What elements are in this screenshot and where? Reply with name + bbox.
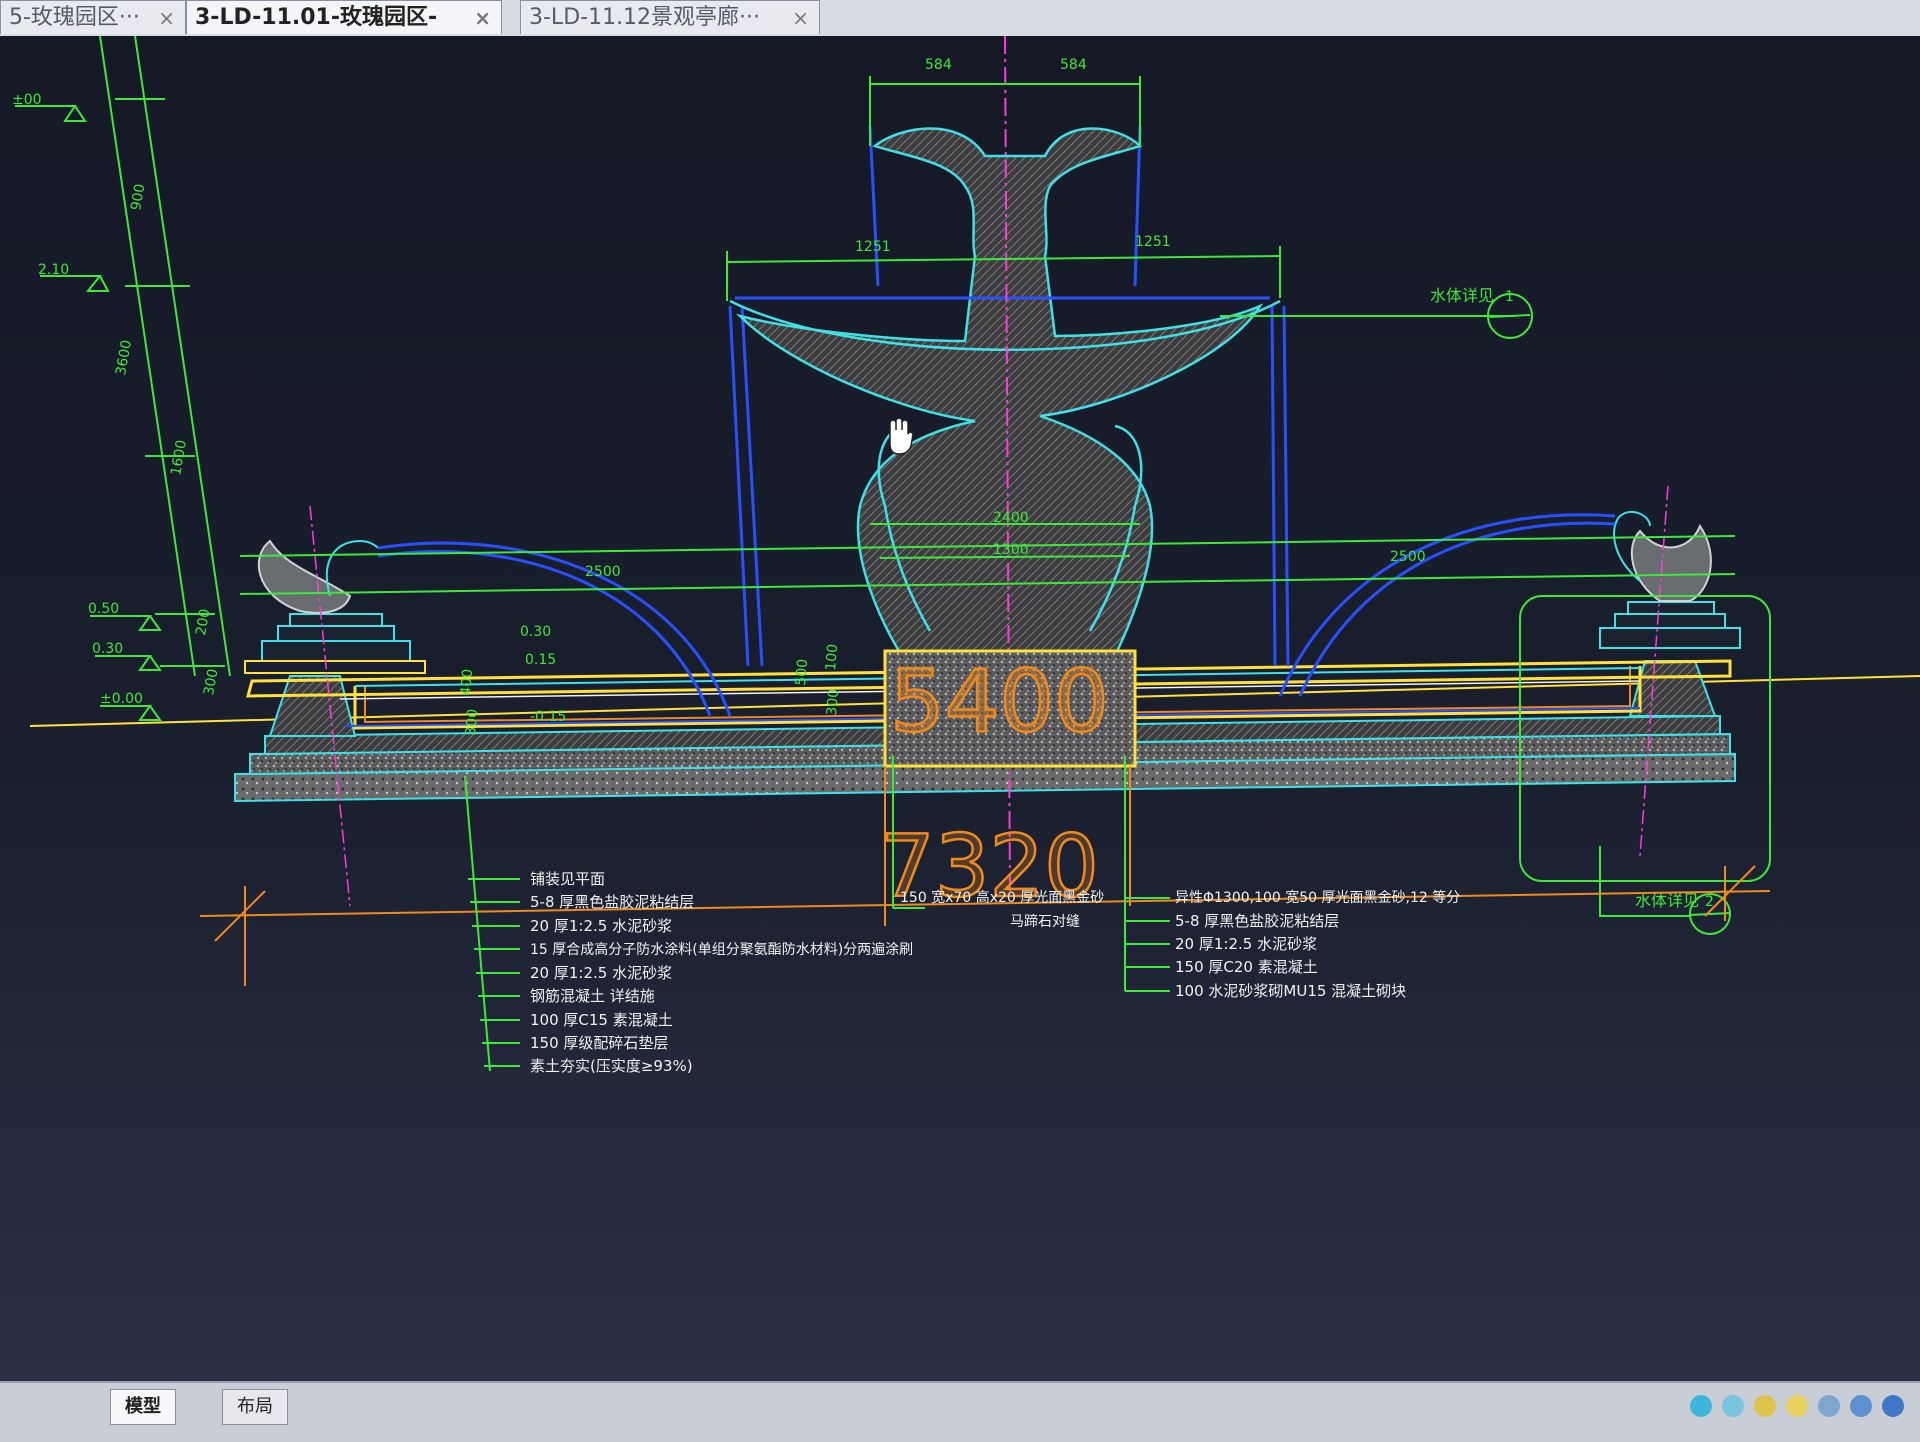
close-icon[interactable]: × [158,1,175,34]
detail-callout-number: 1 [1505,289,1514,305]
elevation-label: 0.50 [88,601,119,617]
close-icon[interactable]: × [474,1,491,34]
tray-icon-7[interactable] [1882,1395,1904,1417]
dimension-label: 2500 [585,564,621,580]
construction-note: 钢筋混凝土 详结施 [530,987,655,1005]
dimension-label: 2400 [993,510,1029,526]
elevation-label: 0.30 [92,641,123,657]
dimension-label: 500 [793,658,811,686]
dimension-label: 400 [458,668,476,696]
pool-level: 0.15 [525,652,556,668]
dimension-label: 1251 [1135,234,1171,250]
drawing-canvas[interactable]: ±00 2.10 0.50 0.30 ±0.00 900 3600 1600 2… [0,36,1920,1381]
fountain-elevation-drawing: ±00 2.10 0.50 0.30 ±0.00 900 3600 1600 2… [12,36,1920,1075]
tab-pavilion-ld-11-12[interactable]: 3-LD-11.12景观亭廊··· × [520,0,820,34]
dimension-label: 300 [463,708,481,736]
construction-note: 5-8 厚黑色盐胶泥粘结层 [1175,912,1339,930]
close-icon[interactable]: × [792,1,809,34]
tray-icon-3[interactable] [1754,1395,1776,1417]
construction-note: 20 厚1:2.5 水泥砂浆 [1175,935,1317,953]
hand-cursor-icon [889,417,914,455]
dimension-label: 300 [201,668,221,697]
tab-model[interactable]: 模型 [110,1389,176,1425]
elevation-label: 2.10 [38,262,69,278]
tab-label: 3-LD-11.01-玫瑰园区- [195,5,438,30]
dimension-label: 1600 [168,439,190,477]
construction-note: 150 宽x70 高x20 厚光面黑金砂 [900,889,1104,906]
dimension-label: 900 [128,183,148,212]
dimension-label: 1251 [855,239,891,255]
construction-note: 150 厚级配碎石垫层 [530,1034,668,1052]
pool-level: -0.15 [530,709,566,725]
dimension-label: 584 [1060,57,1087,73]
dimension-label: 200 [193,608,213,637]
construction-note: 15 厚合成高分子防水涂料(单组分聚氨酯防水材料)分两遍涂刷 [530,941,913,958]
elevation-label: ±0.00 [100,691,143,707]
construction-note: 150 厚C20 素混凝土 [1175,958,1318,976]
dimension-label: 2500 [1390,549,1426,565]
construction-note: 素土夯实(压实度≥93%) [530,1057,693,1075]
dimension-label: 584 [925,57,952,73]
dimension-label: 1300 [993,542,1029,558]
tray-icon-4[interactable] [1786,1395,1808,1417]
construction-note: 马蹄石对缝 [1010,913,1080,930]
tray-icon-1[interactable] [1690,1395,1712,1417]
tray-icon-2[interactable] [1722,1395,1744,1417]
tab-label: 3-LD-11.12景观亭廊··· [529,5,761,30]
tab-rose-garden-ld-11-01[interactable]: 3-LD-11.01-玫瑰园区- × [186,0,502,34]
construction-note: 100 厚C15 素混凝土 [530,1011,673,1029]
overall-dimension-label: 5400 [890,652,1109,752]
construction-note: 异性Φ1300,100 宽50 厚光面黑金砂,12 等分 [1175,889,1460,906]
tab-layout[interactable]: 布局 [222,1389,288,1425]
detail-callout-label: 水体详见 [1430,286,1494,305]
tab-rose-garden-5[interactable]: 5-玫瑰园区··· × [0,0,186,34]
elevation-label: ±00 [12,92,42,108]
construction-note: 铺装见平面 [530,870,605,888]
tray-icon-6[interactable] [1850,1395,1872,1417]
layout-tab-bar: 模型 布局 [0,1381,1920,1442]
tray-icon-5[interactable] [1818,1395,1840,1417]
document-tab-bar: 5-玫瑰园区··· × 3-LD-11.01-玫瑰园区- × 3-LD-11.1… [0,0,1920,38]
dimension-label: 100 [823,643,841,671]
construction-note: 5-8 厚黑色盐胶泥粘结层 [530,893,694,911]
construction-note: 100 水泥砂浆砌MU15 混凝土砌块 [1175,982,1406,1000]
dimension-label: 300 [824,688,842,716]
pool-level: 0.30 [520,624,551,640]
construction-note: 20 厚1:2.5 水泥砂浆 [530,964,672,982]
construction-note: 20 厚1:2.5 水泥砂浆 [530,917,672,935]
tab-label: 5-玫瑰园区··· [9,5,140,30]
dimension-label: 3600 [113,339,135,377]
